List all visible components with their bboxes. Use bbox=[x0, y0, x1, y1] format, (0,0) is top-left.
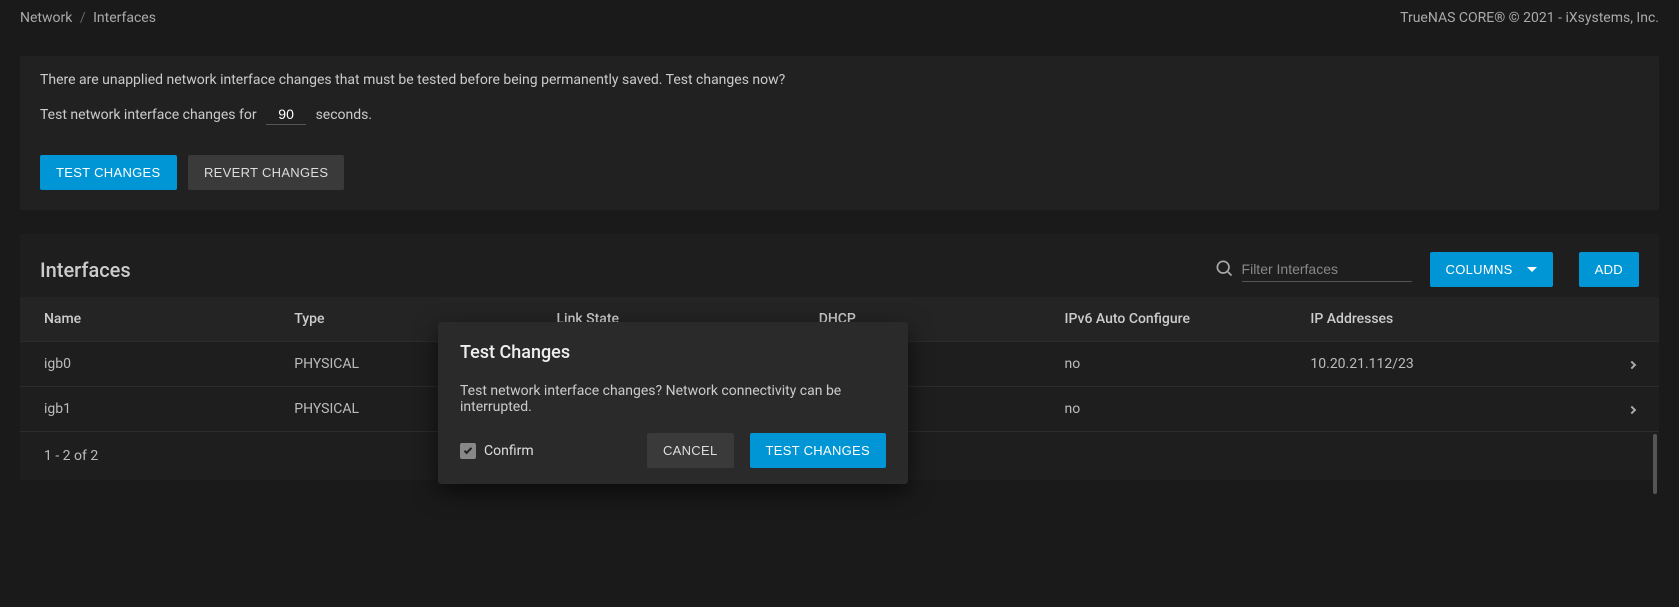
copyright-text: TrueNAS CORE® © 2021 - iXsystems, Inc. bbox=[1400, 10, 1659, 26]
chevron-down-icon bbox=[1527, 267, 1537, 272]
cell-name: igb0 bbox=[20, 342, 282, 387]
breadcrumb-separator: / bbox=[80, 10, 86, 26]
revert-changes-button[interactable]: REVERT CHANGES bbox=[188, 155, 344, 190]
col-ipv6-auto[interactable]: IPv6 Auto Configure bbox=[1053, 297, 1299, 342]
topbar: Network / Interfaces TrueNAS CORE® © 202… bbox=[0, 0, 1679, 36]
dialog-footer: Confirm CANCEL TEST CHANGES bbox=[460, 433, 886, 468]
col-expand bbox=[1577, 297, 1659, 342]
col-name[interactable]: Name bbox=[20, 297, 282, 342]
breadcrumb: Network / Interfaces bbox=[20, 10, 156, 26]
card-header: Interfaces COLUMNS ADD bbox=[20, 234, 1659, 297]
columns-button[interactable]: COLUMNS bbox=[1430, 252, 1553, 287]
test-duration-prefix: Test network interface changes for bbox=[40, 107, 257, 123]
breadcrumb-parent[interactable]: Network bbox=[20, 10, 72, 26]
confirm-label: Confirm bbox=[484, 443, 534, 459]
confirm-checkbox[interactable] bbox=[460, 443, 476, 459]
cell-name: igb1 bbox=[20, 387, 282, 432]
pending-changes-message: There are unapplied network interface ch… bbox=[40, 72, 1639, 88]
search-wrap bbox=[1214, 257, 1412, 282]
cell-ipv6-auto: no bbox=[1053, 387, 1299, 432]
scrollbar[interactable] bbox=[1653, 434, 1657, 494]
breadcrumb-current: Interfaces bbox=[93, 10, 156, 26]
dialog-title: Test Changes bbox=[460, 342, 886, 363]
check-icon bbox=[464, 445, 472, 453]
test-changes-dialog: Test Changes Test network interface chan… bbox=[438, 322, 908, 484]
confirm-checkbox-wrap[interactable]: Confirm bbox=[460, 443, 534, 459]
add-button[interactable]: ADD bbox=[1579, 252, 1639, 287]
columns-button-label: COLUMNS bbox=[1446, 262, 1513, 277]
col-ip-addresses[interactable]: IP Addresses bbox=[1298, 297, 1577, 342]
cell-ipv6-auto: no bbox=[1053, 342, 1299, 387]
card-actions: COLUMNS ADD bbox=[1214, 252, 1639, 287]
row-expand[interactable] bbox=[1577, 342, 1659, 387]
card-title: Interfaces bbox=[40, 258, 131, 282]
pending-changes-panel: There are unapplied network interface ch… bbox=[20, 56, 1659, 210]
dialog-body: Test network interface changes? Network … bbox=[460, 383, 886, 415]
row-expand[interactable] bbox=[1577, 387, 1659, 432]
test-duration-row: Test network interface changes for secon… bbox=[40, 106, 1639, 125]
search-input[interactable] bbox=[1242, 257, 1412, 282]
cell-ip: 10.20.21.112/23 bbox=[1298, 342, 1577, 387]
dialog-test-changes-button[interactable]: TEST CHANGES bbox=[750, 433, 887, 468]
cancel-button[interactable]: CANCEL bbox=[647, 433, 734, 468]
chevron-right-icon bbox=[1628, 361, 1636, 369]
search-icon bbox=[1214, 258, 1234, 282]
dialog-actions: CANCEL TEST CHANGES bbox=[647, 433, 886, 468]
cell-ip bbox=[1298, 387, 1577, 432]
chevron-right-icon bbox=[1628, 406, 1636, 414]
test-changes-button[interactable]: TEST CHANGES bbox=[40, 155, 177, 190]
test-duration-suffix: seconds. bbox=[316, 107, 373, 123]
test-duration-input[interactable] bbox=[266, 106, 306, 125]
